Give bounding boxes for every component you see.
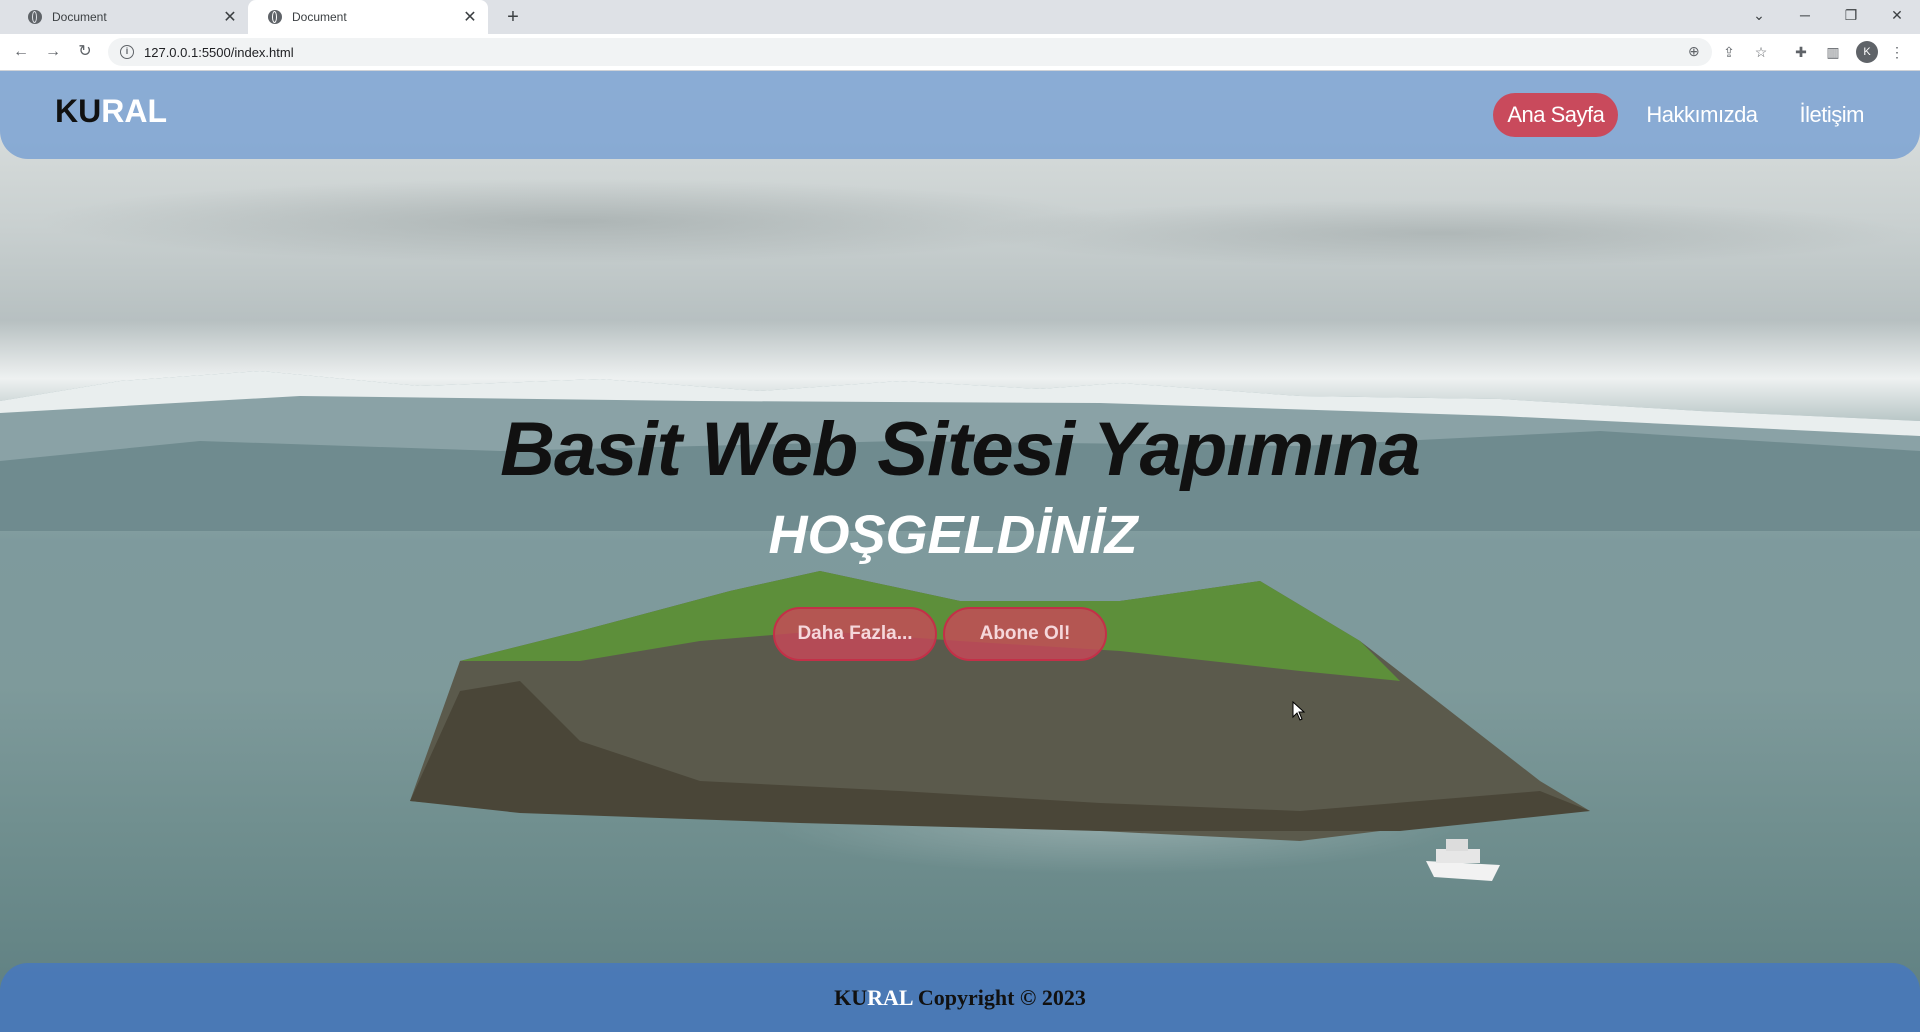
- window-close-icon[interactable]: ✕: [1874, 0, 1920, 30]
- footer-copyright: Copyright © 2023: [912, 985, 1086, 1010]
- footer-brand-part-2: RAL: [867, 985, 913, 1010]
- tab-search-icon[interactable]: ⌄: [1736, 0, 1782, 30]
- site-footer: KURAL Copyright © 2023: [0, 963, 1920, 1032]
- hero-subtitle: HOŞGELDİNİZ: [768, 505, 1138, 565]
- web-page: KURAL Ana Sayfa Hakkımızda İletişim Basi…: [0, 71, 1920, 1032]
- back-arrow-icon[interactable]: ←: [10, 41, 32, 63]
- subscribe-button[interactable]: Abone Ol!: [943, 607, 1107, 661]
- footer-brand-part-1: KU: [834, 985, 868, 1010]
- globe-icon: [28, 10, 42, 24]
- share-icon[interactable]: ⇪: [1718, 41, 1740, 63]
- island-image: [410, 571, 1590, 841]
- zoom-icon[interactable]: ⊕: [1688, 43, 1700, 60]
- logo-part-1: KU: [55, 93, 102, 129]
- browser-tab-strip: Document ✕ Document ✕ + ⌄ ─ ❐ ✕: [0, 0, 1920, 34]
- side-panel-icon[interactable]: ▥: [1822, 41, 1844, 63]
- tab-title: Document: [52, 10, 107, 24]
- mouse-cursor-icon: [1292, 701, 1306, 721]
- more-button[interactable]: Daha Fazla...: [773, 607, 937, 661]
- tab-title: Document: [292, 10, 347, 24]
- close-icon[interactable]: ✕: [462, 7, 478, 27]
- nav-link-contact[interactable]: İletişim: [1786, 93, 1878, 137]
- extensions-icon[interactable]: ✚: [1790, 41, 1812, 63]
- address-bar[interactable]: i 127.0.0.1:5500/index.html ⊕: [108, 38, 1712, 66]
- bookmark-star-icon[interactable]: ☆: [1750, 41, 1772, 63]
- site-header: KURAL Ana Sayfa Hakkımızda İletişim: [0, 71, 1920, 159]
- minimize-icon[interactable]: ─: [1782, 0, 1828, 30]
- close-icon[interactable]: ✕: [222, 7, 238, 27]
- ship-image: [1426, 839, 1500, 881]
- site-logo[interactable]: KURAL: [55, 93, 167, 130]
- forward-arrow-icon[interactable]: →: [42, 41, 64, 63]
- restore-icon[interactable]: ❐: [1828, 0, 1874, 30]
- site-info-icon[interactable]: i: [120, 45, 134, 59]
- browser-tab[interactable]: Document ✕: [8, 0, 248, 34]
- reload-icon[interactable]: ↻: [74, 41, 96, 63]
- address-url: 127.0.0.1:5500/index.html: [144, 44, 294, 60]
- browser-toolbar: ← → ↻ i 127.0.0.1:5500/index.html ⊕ ⇪ ☆ …: [0, 34, 1920, 71]
- globe-icon: [268, 10, 282, 24]
- site-nav: Ana Sayfa Hakkımızda İletişim: [1493, 93, 1878, 137]
- hero-buttons: Daha Fazla... Abone Ol!: [773, 607, 1107, 661]
- browser-tab-active[interactable]: Document ✕: [248, 0, 488, 34]
- hero-title: Basit Web Sitesi Yapımına: [500, 407, 1421, 492]
- background-clouds: [0, 161, 1920, 281]
- nav-link-home[interactable]: Ana Sayfa: [1493, 93, 1619, 137]
- logo-part-2: RAL: [101, 93, 167, 129]
- nav-link-about[interactable]: Hakkımızda: [1632, 93, 1771, 137]
- new-tab-button[interactable]: +: [500, 4, 526, 30]
- profile-avatar[interactable]: K: [1856, 41, 1878, 63]
- menu-icon[interactable]: ⋮: [1886, 41, 1908, 63]
